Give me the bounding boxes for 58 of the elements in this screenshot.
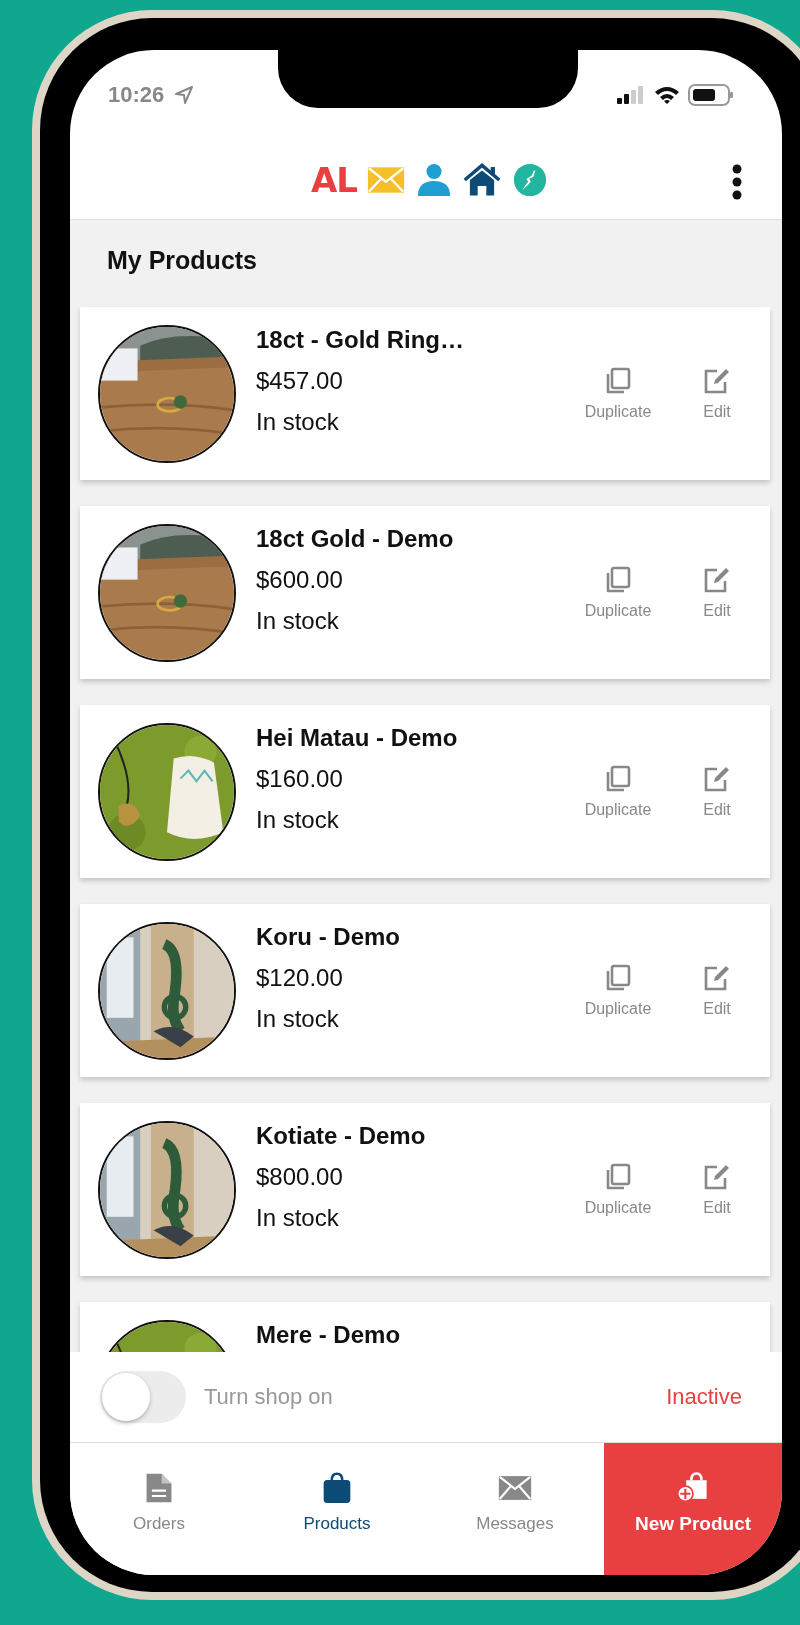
edit-icon xyxy=(703,565,731,594)
duplicate-button[interactable]: Duplicate xyxy=(566,1162,670,1217)
product-name: Koru - Demo xyxy=(256,923,401,951)
edit-button[interactable]: Edit xyxy=(692,366,742,421)
stock-status: In stock xyxy=(256,1204,340,1232)
copy-icon xyxy=(604,963,632,992)
product-card[interactable]: Kotiate - Demo $800.00 In stock Duplicate Edit xyxy=(80,1103,770,1276)
battery-icon xyxy=(688,84,734,106)
stock-status: In stock xyxy=(256,607,340,635)
shop-status: Inactive xyxy=(666,1384,742,1410)
edit-icon xyxy=(703,764,731,793)
edit-button[interactable]: Edit xyxy=(692,1162,742,1217)
product-name: Kotiate - Demo xyxy=(256,1122,427,1150)
person-icon[interactable] xyxy=(415,162,453,197)
product-name: Hei Matau - Demo xyxy=(256,724,459,752)
edit-icon xyxy=(703,1162,731,1191)
copy-icon xyxy=(604,1162,632,1191)
edit-icon xyxy=(703,963,731,992)
copy-icon xyxy=(604,764,632,793)
wifi-icon xyxy=(654,85,680,105)
product-name: 18ct Gold - Demo xyxy=(256,525,455,553)
signal-icon xyxy=(616,85,646,105)
product-price: $800.00 xyxy=(256,1163,344,1191)
map-badge-icon[interactable] xyxy=(511,162,549,197)
copy-icon xyxy=(604,366,632,395)
shop-switch[interactable] xyxy=(100,1371,186,1423)
product-card[interactable]: Hei Matau - Demo $160.00 In stock Duplicate Edit xyxy=(80,705,770,878)
product-price: $600.00 xyxy=(256,566,344,594)
house-icon[interactable] xyxy=(463,162,501,197)
edit-button[interactable]: Edit xyxy=(692,963,742,1018)
product-name: 18ct - Gold Ring… xyxy=(256,326,465,354)
product-name: Mere - Demo xyxy=(256,1321,402,1349)
duplicate-button[interactable]: Duplicate xyxy=(566,565,670,620)
edit-button[interactable]: Edit xyxy=(692,565,742,620)
page-title: My Products xyxy=(106,245,259,276)
more-menu-icon[interactable] xyxy=(732,164,742,200)
product-price: $160.00 xyxy=(256,765,344,793)
duplicate-button[interactable]: Duplicate xyxy=(566,366,670,421)
product-card[interactable]: Mere - Demo xyxy=(80,1302,770,1352)
stock-status: In stock xyxy=(256,806,340,834)
edit-icon xyxy=(703,366,731,395)
edit-button[interactable]: Edit xyxy=(692,764,742,819)
app-logo: AL xyxy=(311,159,357,200)
product-card[interactable]: 18ct Gold - Demo $600.00 In stock Duplicate Edit xyxy=(80,506,770,679)
product-card[interactable]: Koru - Demo $120.00 In stock Duplicate Edit xyxy=(80,904,770,1077)
stock-status: In stock xyxy=(256,408,340,436)
status-time: 10:26 xyxy=(108,82,165,108)
switch-label: Turn shop on xyxy=(204,1384,333,1410)
product-price: $120.00 xyxy=(256,964,344,992)
duplicate-button[interactable]: Duplicate xyxy=(566,764,670,819)
product-card[interactable]: 18ct - Gold Ring… $457.00 In stock Duplicate Edit xyxy=(80,307,770,480)
stock-status: In stock xyxy=(256,1005,340,1033)
add-bag-icon xyxy=(676,1471,710,1503)
product-price: $457.00 xyxy=(256,367,344,395)
new-product-button[interactable]: New Product xyxy=(604,1443,782,1575)
copy-icon xyxy=(604,565,632,594)
location-arrow-icon xyxy=(174,85,195,105)
duplicate-button[interactable]: Duplicate xyxy=(566,963,670,1018)
